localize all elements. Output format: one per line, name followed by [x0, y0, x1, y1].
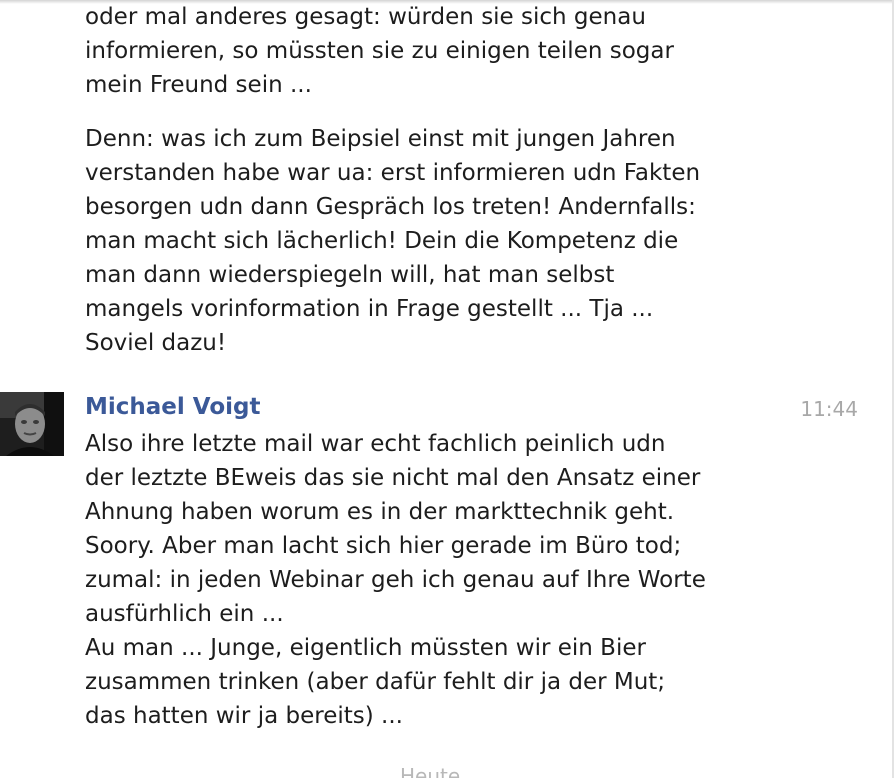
message-line: besorgen udn dann Gespräch los treten! A… [85, 194, 696, 220]
message-line: Ahnung haben worum es in der markttechni… [85, 499, 675, 525]
message-line: Also ihre letzte mail war echt fachlich … [85, 431, 666, 457]
message-line: Soviel dazu! [85, 330, 227, 356]
message-line: zusammen trinken (aber dafür fehlt dir j… [85, 669, 666, 695]
day-divider-label: Heute [400, 764, 461, 778]
message-line: man dann wiederspiegeln will, hat man se… [85, 262, 615, 288]
message-line: Soory. Aber man lacht sich hier gerade i… [85, 533, 682, 559]
message-line: mangels vorinformation in Frage gestellt… [85, 296, 654, 322]
message-line: der leztzte BEweis das sie nicht mal den… [85, 465, 701, 491]
message-line: Au man ... Junge, eigentlich müssten wir… [85, 635, 646, 661]
message-line: Denn: was ich zum Beipsiel einst mit jun… [85, 126, 676, 152]
avatar[interactable] [0, 392, 64, 456]
message-text: oder mal anderes gesagt: würden sie sich… [85, 0, 805, 102]
message-line: oder mal anderes gesagt: würden sie sich… [85, 4, 646, 30]
message-timestamp: 11:44 [800, 397, 858, 421]
message-line: ausfürhlich ein ... [85, 601, 284, 627]
message-line: das hatten wir ja bereits) ... [85, 703, 403, 729]
message-line: zumal: in jeden Webinar geh ich genau au… [85, 567, 706, 593]
message-line: man macht sich lächerlich! Dein die Komp… [85, 228, 679, 254]
message-line: mein Freund sein ... [85, 72, 312, 98]
profile-photo [0, 392, 64, 456]
message-line: informieren, so müssten sie zu einigen t… [85, 38, 674, 64]
message-text: Also ihre letzte mail war echt fachlich … [85, 427, 805, 733]
message-line: verstanden habe war ua: erst informieren… [85, 160, 701, 186]
message-text: Denn: was ich zum Beipsiel einst mit jun… [85, 122, 805, 360]
sender-name[interactable]: Michael Voigt [85, 390, 260, 424]
